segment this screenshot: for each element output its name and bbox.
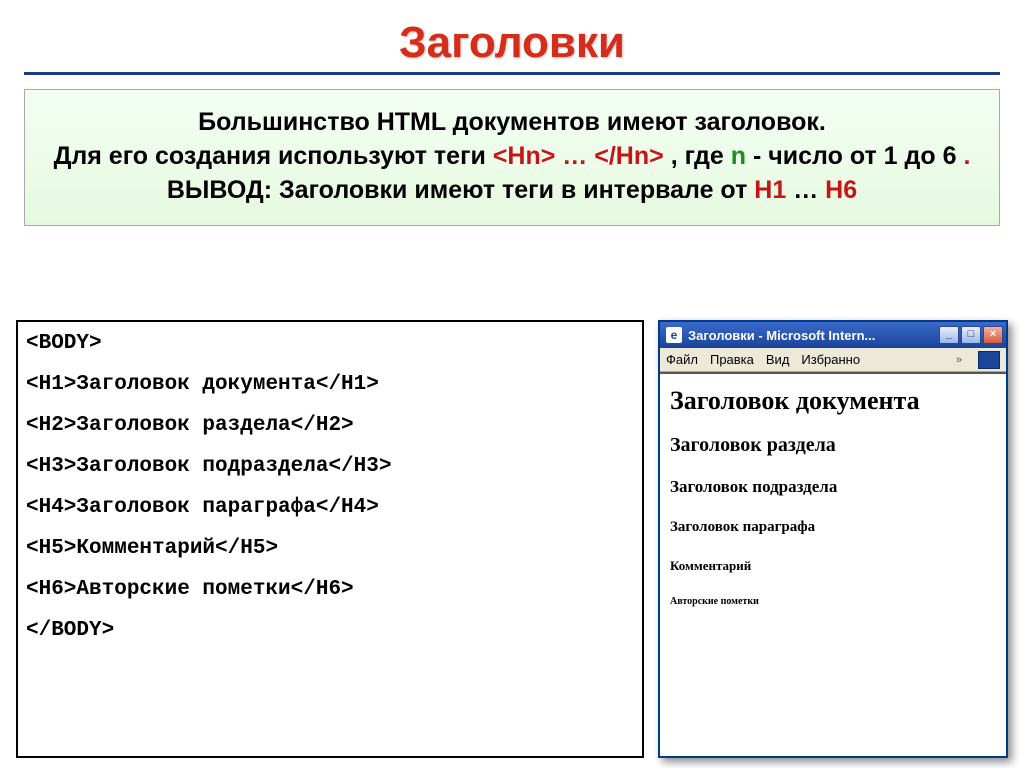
rendered-h3: Заголовок подраздела xyxy=(670,477,996,497)
info-h6: H6 xyxy=(825,176,857,204)
info-line1: Большинство HTML документов имеют заголо… xyxy=(198,108,826,136)
code-line: <BODY> xyxy=(26,332,634,355)
maximize-button[interactable]: □ xyxy=(961,326,981,344)
window-controls: _ □ × xyxy=(939,326,1003,344)
close-button[interactable]: × xyxy=(983,326,1003,344)
title-divider xyxy=(24,72,1000,75)
info-n: n xyxy=(731,142,746,170)
code-line: <H5>Комментарий</H5> xyxy=(26,537,634,560)
code-line: <H1>Заголовок документа</H1> xyxy=(26,373,634,396)
lower-row: <BODY> <H1>Заголовок документа</H1> <H2>… xyxy=(16,320,1008,758)
info-line3a: ВЫВОД: Заголовки имеют теги в интервале … xyxy=(167,176,754,204)
minimize-button[interactable]: _ xyxy=(939,326,959,344)
menu-view[interactable]: Вид xyxy=(766,352,790,367)
menu-edit[interactable]: Правка xyxy=(710,352,754,367)
menu-overflow-icon[interactable]: » xyxy=(956,354,962,366)
code-line: <H2>Заголовок раздела</H2> xyxy=(26,414,634,437)
code-line: <H6>Авторские пометки</H6> xyxy=(26,578,634,601)
info-callout: Большинство HTML документов имеют заголо… xyxy=(24,89,1000,226)
page-title: Заголовки xyxy=(0,0,1024,68)
code-panel: <BODY> <H1>Заголовок документа</H1> <H2>… xyxy=(16,320,644,758)
rendered-h4: Заголовок параграфа xyxy=(670,519,996,536)
window-title: Заголовки - Microsoft Intern... xyxy=(688,328,939,343)
code-line: </BODY> xyxy=(26,619,634,642)
rendered-h6: Авторские пометки xyxy=(670,596,996,607)
browser-window: e Заголовки - Microsoft Intern... _ □ × … xyxy=(658,320,1008,758)
rendered-h2: Заголовок раздела xyxy=(670,434,996,457)
menu-favorites[interactable]: Избранно xyxy=(801,352,860,367)
menubar: Файл Правка Вид Избранно » xyxy=(660,348,1006,372)
tag-close: </Hn> xyxy=(594,142,663,170)
throbber-icon xyxy=(978,351,1000,369)
info-line2a: Для его создания используют теги xyxy=(54,142,493,170)
info-line2b: , где xyxy=(671,142,731,170)
menu-file[interactable]: Файл xyxy=(666,352,698,367)
window-titlebar: e Заголовки - Microsoft Intern... _ □ × xyxy=(660,322,1006,348)
info-line2c: - число от 1 до 6 xyxy=(753,142,957,170)
app-icon: e xyxy=(666,327,682,343)
tag-open: <Hn> xyxy=(493,142,556,170)
info-to: … xyxy=(793,176,825,204)
rendered-h1: Заголовок документа xyxy=(670,386,996,416)
browser-content: Заголовок документа Заголовок раздела За… xyxy=(660,372,1006,756)
tag-ellipsis: … xyxy=(562,142,587,170)
rendered-h5: Комментарий xyxy=(670,558,996,574)
code-line: <H3>Заголовок подраздела</H3> xyxy=(26,455,634,478)
info-period: . xyxy=(963,142,970,170)
info-h1: H1 xyxy=(754,176,786,204)
code-line: <H4>Заголовок параграфа</H4> xyxy=(26,496,634,519)
